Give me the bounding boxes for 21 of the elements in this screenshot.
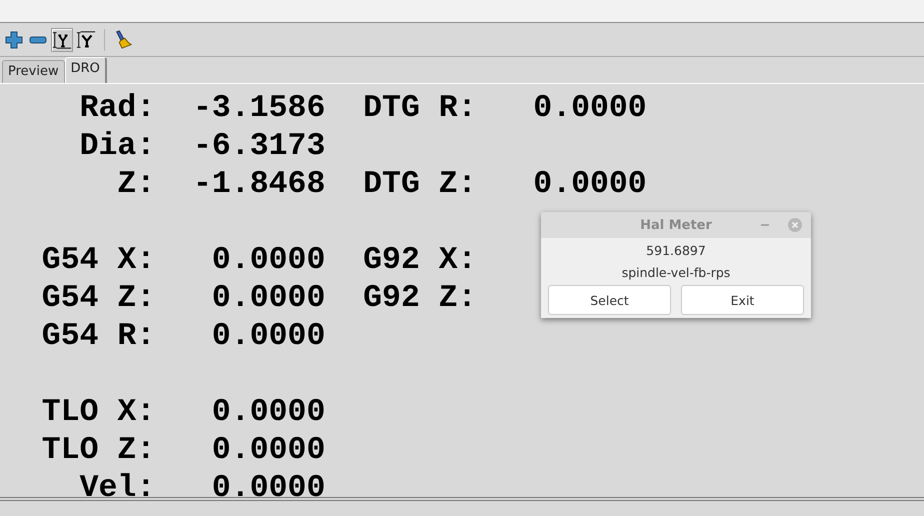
pin-name: spindle-vel-fb-rps xyxy=(622,265,730,280)
dialog-button[interactable]: Exit xyxy=(681,285,804,315)
dro-line: G54 Z: 0.0000 G92 Z: xyxy=(40,280,477,318)
dro-line: Vel: 0.0000 xyxy=(78,470,326,508)
tab[interactable]: Preview xyxy=(2,60,65,83)
window-title: Hal Meter xyxy=(640,218,712,232)
dro-line: G54 X: 0.0000 G92 X: xyxy=(40,242,477,280)
plus-icon xyxy=(5,30,23,48)
brush-icon xyxy=(113,28,133,50)
minus-icon xyxy=(29,36,47,44)
dro-line: Dia: -6.3173 xyxy=(78,128,326,166)
dro-line: Rad: -3.1586 DTG R: 0.0000 xyxy=(78,90,647,128)
tab[interactable]: DRO xyxy=(64,57,107,83)
dro-line: TLO X: 0.0000 xyxy=(40,394,326,432)
toolbar-button[interactable] xyxy=(51,28,73,52)
dro-line: G54 R: 0.0000 xyxy=(40,318,326,356)
meter-value: 591.6897 xyxy=(646,243,706,258)
y-axis-icon xyxy=(76,28,96,50)
dro-line: Z: -1.8468 DTG Z: 0.0000 xyxy=(116,166,647,204)
dialog-button[interactable]: Select xyxy=(548,285,671,315)
dro-line: TLO Z: 0.0000 xyxy=(40,432,326,470)
